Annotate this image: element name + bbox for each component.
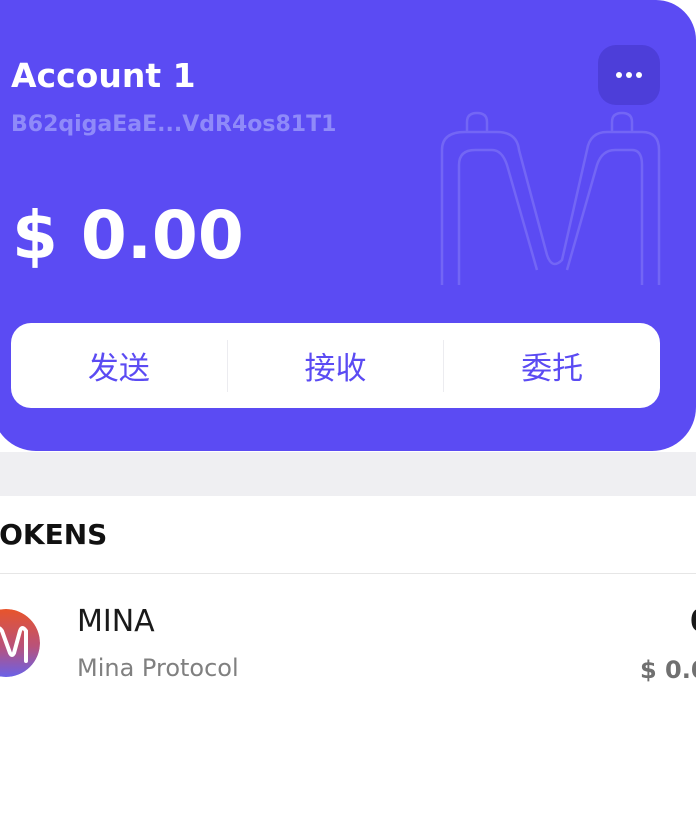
mina-watermark-icon	[440, 111, 661, 285]
account-name: Account 1	[11, 56, 196, 95]
delegate-button[interactable]: 委托	[444, 323, 660, 408]
divider	[0, 573, 696, 574]
more-dot-icon	[626, 72, 632, 78]
tokens-header: TOKENS	[0, 518, 108, 551]
more-button[interactable]	[598, 45, 660, 105]
more-dot-icon	[616, 72, 622, 78]
token-name: Mina Protocol	[77, 654, 239, 682]
token-value: $ 0.0	[640, 656, 696, 684]
balance: $ 0.00	[12, 197, 244, 274]
send-button[interactable]: 发送	[11, 323, 227, 408]
action-bar: 发送 接收 委托	[11, 323, 660, 408]
token-symbol: MINA	[77, 604, 155, 639]
token-amount: 0	[690, 604, 696, 639]
account-card: Account 1 B62qigaEaE...VdR4os81T1 $ 0.00…	[0, 0, 696, 451]
more-dot-icon	[636, 72, 642, 78]
mina-logo-icon	[0, 609, 40, 677]
receive-button[interactable]: 接收	[228, 323, 444, 408]
section-separator	[0, 452, 696, 496]
account-address[interactable]: B62qigaEaE...VdR4os81T1	[11, 112, 336, 137]
